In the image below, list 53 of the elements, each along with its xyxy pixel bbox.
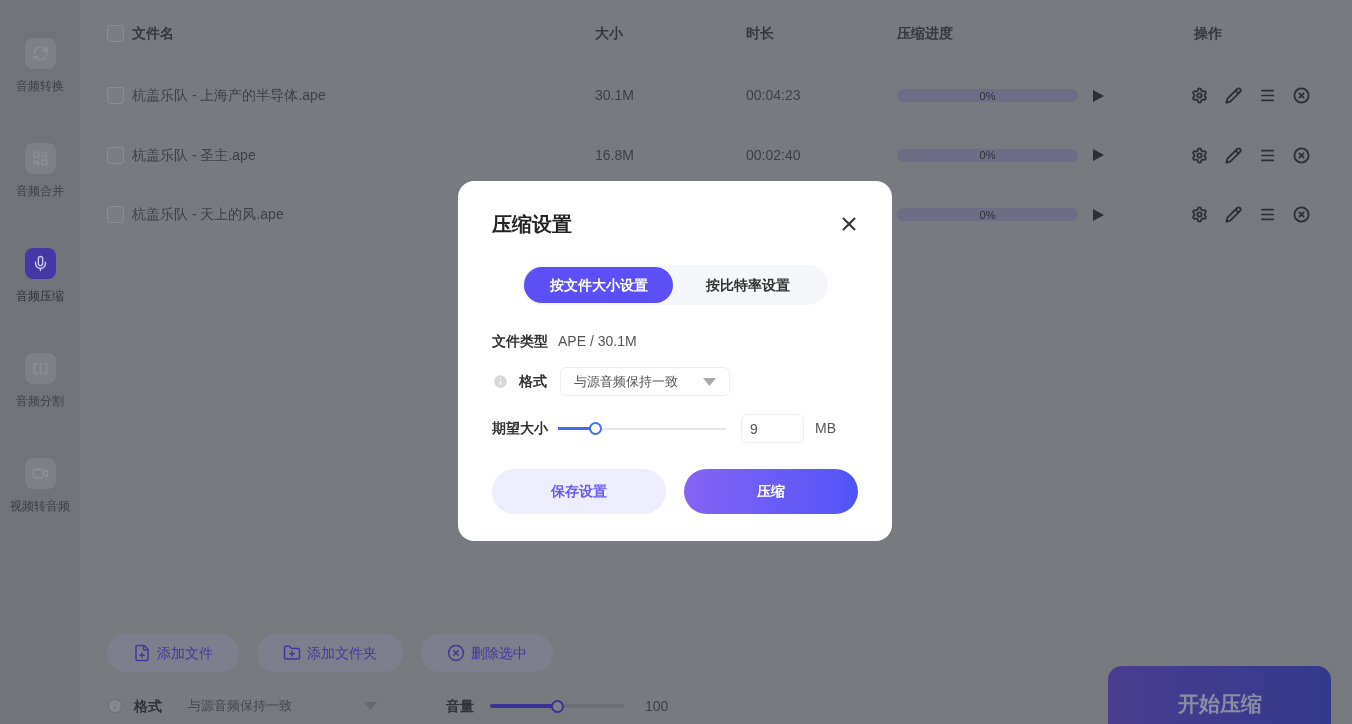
progress-reading: 0% bbox=[979, 148, 996, 162]
file-duration: 00:02:40 bbox=[746, 146, 801, 163]
toolbar-button[interactable]: 添加文件 bbox=[107, 634, 239, 672]
play-icon[interactable] bbox=[1093, 208, 1104, 221]
dialog-title: 压缩设置 bbox=[492, 212, 572, 237]
settings-icon[interactable] bbox=[1191, 206, 1208, 224]
format-label: 格式 bbox=[134, 696, 162, 716]
size-slider[interactable] bbox=[555, 422, 729, 435]
settings-icon[interactable] bbox=[1191, 87, 1208, 105]
format-dropdown[interactable]: 与源音频保持一致 bbox=[560, 367, 730, 396]
file-duration: 00:04:23 bbox=[746, 87, 801, 104]
delete-icon[interactable] bbox=[1293, 87, 1310, 105]
column-header: 压缩进度 bbox=[897, 23, 954, 43]
folder-plus-icon bbox=[283, 644, 301, 662]
volume-label: 音量 bbox=[446, 696, 474, 716]
info-icon bbox=[492, 373, 509, 390]
column-header: 时长 bbox=[746, 23, 775, 43]
save-settings-button[interactable]: 保存设置 bbox=[492, 469, 666, 514]
start-compress-button[interactable]: 开始压缩 bbox=[1108, 666, 1331, 724]
size-unit: MB bbox=[815, 419, 836, 438]
file-type-label: 文件类型 bbox=[492, 332, 548, 351]
column-header: 大小 bbox=[595, 23, 624, 43]
pencil-icon[interactable] bbox=[1225, 87, 1242, 105]
tab[interactable]: 按比特率设置 bbox=[673, 267, 822, 303]
compress-button[interactable]: 压缩 bbox=[684, 469, 858, 514]
progress-reading: 0% bbox=[979, 89, 996, 103]
delete-icon[interactable] bbox=[1293, 146, 1310, 164]
size-input[interactable]: 9 bbox=[741, 414, 804, 443]
delete-icon[interactable] bbox=[1293, 206, 1310, 224]
file-type-value: APE / 30.1M bbox=[558, 332, 637, 351]
settings-icon[interactable] bbox=[1191, 146, 1208, 164]
format-label: 格式 bbox=[519, 372, 547, 391]
file-size: 30.1M bbox=[595, 87, 634, 104]
size-label: 期望大小 bbox=[492, 419, 548, 438]
column-header: 操作 bbox=[1194, 23, 1222, 43]
tab[interactable]: 按文件大小设置 bbox=[524, 267, 673, 303]
size-slider-thumb[interactable] bbox=[588, 422, 602, 435]
toolbar-button[interactable]: 删除选中 bbox=[421, 634, 553, 672]
volume-reading: 100 bbox=[645, 696, 669, 716]
progress-reading: 0% bbox=[979, 208, 996, 222]
pencil-icon[interactable] bbox=[1225, 206, 1242, 224]
play-icon[interactable] bbox=[1093, 149, 1104, 162]
sidebar-label[interactable]: 音频压缩 bbox=[16, 287, 64, 305]
microphone-icon[interactable] bbox=[24, 248, 56, 279]
circle-x-icon bbox=[447, 644, 465, 662]
file-plus-icon bbox=[133, 644, 151, 662]
play-icon[interactable] bbox=[1093, 89, 1104, 102]
dropdown-caret-icon bbox=[703, 377, 716, 386]
pencil-icon[interactable] bbox=[1225, 146, 1242, 164]
column-header: 文件名 bbox=[132, 23, 175, 43]
file-size: 16.8M bbox=[595, 146, 634, 163]
volume-thumb[interactable] bbox=[551, 699, 564, 713]
toolbar-button[interactable]: 添加文件夹 bbox=[257, 634, 403, 672]
